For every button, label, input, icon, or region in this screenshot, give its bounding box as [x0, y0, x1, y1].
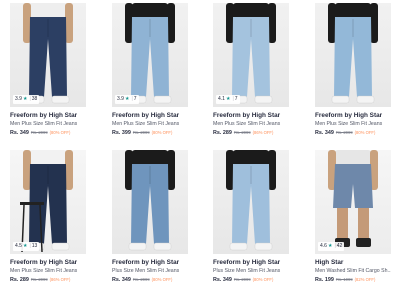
star-icon: ★	[22, 96, 28, 102]
product-image-container[interactable]	[213, 150, 289, 254]
product-title: Plus Size Men Slim Fit Jeans	[112, 268, 180, 274]
product-image	[226, 150, 276, 251]
product-mrp: Rs. 1099	[335, 277, 353, 282]
product-card[interactable]: 4.1★ |7 Freeform by High Star Men Plus Size…	[213, 3, 289, 136]
product-mrp: Rs. 2099	[132, 277, 150, 282]
rating-badge: 4.5★ |13	[13, 242, 40, 251]
product-price: Rs. 289	[213, 130, 232, 136]
product-mrp: Rs. 2099	[30, 277, 48, 282]
product-title: Men Plus Size Slim Fit Jeans	[10, 268, 78, 274]
product-image-container[interactable]: 4.1★ |7	[213, 3, 289, 107]
price-row: Rs. 349 Rs. 2099 (80% OFF)	[10, 130, 86, 136]
product-mrp: Rs. 2099	[233, 277, 251, 282]
product-discount: (86% OFF)	[252, 130, 274, 135]
product-discount: (80% OFF)	[151, 130, 173, 135]
product-price: Rs. 349	[112, 277, 131, 283]
product-brand: Freeform by High Star	[112, 112, 180, 119]
product-card[interactable]: Freeform by High Star Men Plus Size Slim …	[315, 3, 391, 136]
price-row: Rs. 349 Rs. 2099 (80% OFF)	[112, 277, 188, 283]
rating-count: 13	[31, 243, 38, 249]
rating-count: 7	[133, 96, 137, 102]
product-card[interactable]: 4.6★ |42 High Star Men Washed Slim Fit Carg…	[315, 150, 391, 283]
product-card[interactable]: 4.5★ |13 Freeform by High Star Men Plus Siz…	[10, 150, 86, 283]
product-image	[125, 3, 175, 104]
product-image	[226, 3, 276, 104]
divider: |	[232, 96, 234, 102]
product-mrp: Rs. 2099	[30, 130, 48, 135]
product-brand: Freeform by High Star	[10, 112, 78, 119]
rating-value: 3.9	[15, 96, 22, 102]
product-discount: (80% OFF)	[354, 130, 376, 135]
divider: |	[29, 96, 31, 102]
product-image-container[interactable]	[315, 3, 391, 107]
product-brand: Freeform by High Star	[112, 259, 180, 266]
rating-badge: 3.9★ |7	[115, 95, 139, 104]
product-brand: Freeform by High Star	[315, 112, 383, 119]
divider: |	[334, 243, 336, 249]
product-image	[23, 3, 73, 104]
price-row: Rs. 399 Rs. 2099 (80% OFF)	[112, 130, 188, 136]
product-brand: High Star	[315, 259, 344, 266]
product-title: Men Plus Size Slim Fit Jeans	[112, 121, 180, 127]
star-icon: ★	[327, 243, 333, 249]
price-row: Rs. 289 Rs. 2099 (86% OFF)	[10, 277, 86, 283]
product-discount: (80% OFF)	[49, 130, 71, 135]
product-image-container[interactable]: 3.9★ |7	[112, 3, 188, 107]
rating-value: 3.9	[117, 96, 124, 102]
rating-count: 38	[31, 96, 38, 102]
product-card[interactable]: Freeform by High Star Plus Size Men Slim …	[213, 150, 289, 283]
rating-value: 4.1	[218, 96, 225, 102]
product-price: Rs. 349	[213, 277, 232, 283]
rating-badge: 4.1★ |7	[216, 95, 240, 104]
product-image-container[interactable]: 3.9★ |38	[10, 3, 86, 107]
product-title: Men Plus Size Slim Fit Jeans	[213, 121, 281, 127]
product-title: Plus Size Men Slim Fit Jeans	[213, 268, 281, 274]
product-image	[125, 150, 175, 251]
star-icon: ★	[225, 96, 231, 102]
product-discount: (80% OFF)	[151, 277, 173, 282]
product-image-container[interactable]: 4.5★ |13	[10, 150, 86, 254]
product-mrp: Rs. 2099	[132, 130, 150, 135]
product-brand: Freeform by High Star	[10, 259, 78, 266]
product-title: Men Plus Size Slim Fit Jeans	[10, 121, 78, 127]
rating-value: 4.6	[320, 243, 327, 249]
product-price: Rs. 349	[10, 130, 29, 136]
rating-value: 4.5	[15, 243, 22, 249]
product-card[interactable]: 3.9★ |7 Freeform by High Star Men Plus Size…	[112, 3, 188, 136]
price-row: Rs. 349 Rs. 2099 (80% OFF)	[315, 130, 391, 136]
product-brand: Freeform by High Star	[213, 259, 281, 266]
product-mrp: Rs. 2099	[335, 130, 353, 135]
product-discount: (80% OFF)	[252, 277, 274, 282]
rating-badge: 4.6★ |42	[318, 242, 345, 251]
product-title: Men Plus Size Slim Fit Jeans	[315, 121, 383, 127]
product-image	[328, 3, 378, 104]
product-brand: Freeform by High Star	[213, 112, 281, 119]
product-price: Rs. 199	[315, 277, 334, 283]
star-icon: ★	[22, 243, 28, 249]
divider: |	[131, 96, 133, 102]
product-price: Rs. 399	[112, 130, 131, 136]
product-price: Rs. 289	[10, 277, 29, 283]
product-image-container[interactable]	[112, 150, 188, 254]
product-price: Rs. 349	[315, 130, 334, 136]
product-mrp: Rs. 2099	[233, 130, 251, 135]
product-image	[20, 150, 73, 253]
product-grid: 3.9★ |38 Freeform by High Star Men Plus Siz…	[0, 0, 400, 291]
price-row: Rs. 289 Rs. 2099 (86% OFF)	[213, 130, 289, 136]
rating-badge: 3.9★ |38	[13, 95, 40, 104]
product-image-container[interactable]: 4.6★ |42	[315, 150, 391, 254]
product-discount: (86% OFF)	[49, 277, 71, 282]
product-card[interactable]: 3.9★ |38 Freeform by High Star Men Plus Siz…	[10, 3, 86, 136]
product-image	[328, 150, 378, 247]
price-row: Rs. 349 Rs. 2099 (80% OFF)	[213, 277, 289, 283]
divider: |	[29, 243, 31, 249]
product-card[interactable]: Freeform by High Star Plus Size Men Slim …	[112, 150, 188, 283]
rating-count: 7	[234, 96, 238, 102]
rating-count: 42	[336, 243, 343, 249]
product-discount: (82% OFF)	[354, 277, 376, 282]
product-title: Men Washed Slim Fit Cargo Sh...	[315, 268, 391, 274]
price-row: Rs. 199 Rs. 1099 (82% OFF)	[315, 277, 391, 283]
star-icon: ★	[124, 96, 130, 102]
